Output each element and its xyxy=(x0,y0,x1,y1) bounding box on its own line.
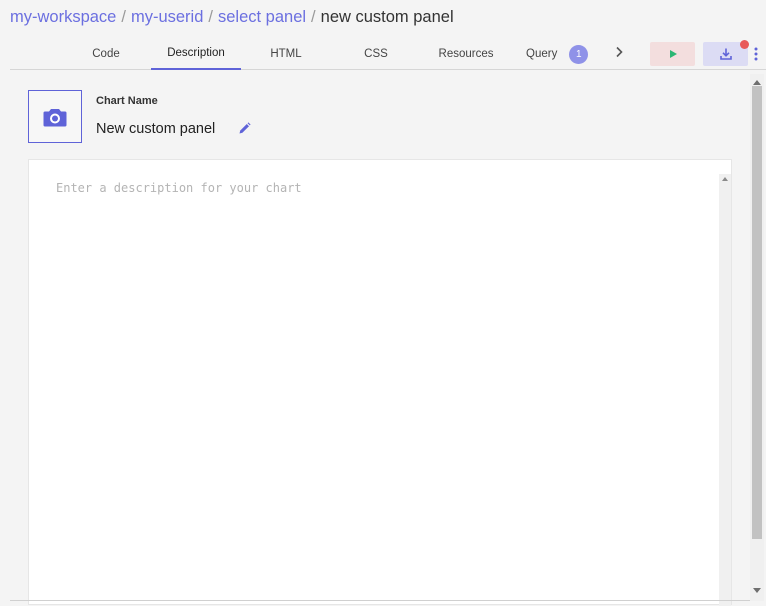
pencil-icon xyxy=(239,122,251,134)
breadcrumb-select-panel-link[interactable]: select panel xyxy=(218,8,306,27)
bottom-divider xyxy=(10,600,750,601)
more-vertical-icon xyxy=(754,47,758,61)
breadcrumb: my-workspace / my-userid / select panel … xyxy=(10,6,454,28)
tab-css[interactable]: CSS xyxy=(336,38,416,70)
breadcrumb-userid-link[interactable]: my-userid xyxy=(131,8,203,27)
edit-chart-name-button[interactable] xyxy=(238,122,251,135)
tab-description[interactable]: Description xyxy=(151,38,241,70)
tab-query-label: Query xyxy=(526,48,558,60)
breadcrumb-workspace-link[interactable]: my-workspace xyxy=(10,8,116,27)
camera-icon xyxy=(43,108,67,126)
tabs-scroll-next-button[interactable] xyxy=(610,38,628,66)
download-icon xyxy=(719,48,732,60)
page-scroll-up-icon[interactable] xyxy=(753,80,761,85)
run-button[interactable] xyxy=(650,42,695,66)
chart-name-value: New custom panel xyxy=(96,121,216,137)
tab-css-label: CSS xyxy=(364,48,388,60)
tab-query[interactable]: Query 1 xyxy=(516,38,606,70)
more-options-button[interactable] xyxy=(751,42,761,66)
description-placeholder: Enter a description for your chart xyxy=(56,181,302,195)
page-scroll-thumb[interactable] xyxy=(752,86,762,539)
description-editor[interactable]: Enter a description for your chart xyxy=(28,159,732,606)
play-icon xyxy=(669,50,677,58)
chart-thumbnail-upload[interactable] xyxy=(28,90,82,143)
tab-resources-label: Resources xyxy=(438,48,494,60)
breadcrumb-current: new custom panel xyxy=(320,7,454,26)
tab-code-label: Code xyxy=(92,48,120,60)
page-scroll-down-icon[interactable] xyxy=(753,588,761,593)
tab-resources[interactable]: Resources xyxy=(426,38,506,70)
breadcrumb-separator: / xyxy=(208,7,213,26)
query-count-badge: 1 xyxy=(569,44,589,64)
breadcrumb-separator: / xyxy=(311,7,316,26)
editor-scrollbar[interactable] xyxy=(719,174,731,606)
chart-name-label: Chart Name xyxy=(96,95,158,107)
tabs-bar: Code Description HTML CSS Resources Quer… xyxy=(10,38,766,70)
chevron-right-icon xyxy=(616,46,623,58)
tab-code[interactable]: Code xyxy=(66,38,146,70)
editor-scroll-up-icon[interactable] xyxy=(722,177,728,181)
tab-description-label: Description xyxy=(167,47,225,59)
breadcrumb-separator: / xyxy=(121,7,126,26)
tab-html[interactable]: HTML xyxy=(246,38,326,70)
notification-dot xyxy=(740,40,749,49)
tab-html-label: HTML xyxy=(270,48,302,60)
page-scrollbar[interactable] xyxy=(750,74,764,601)
